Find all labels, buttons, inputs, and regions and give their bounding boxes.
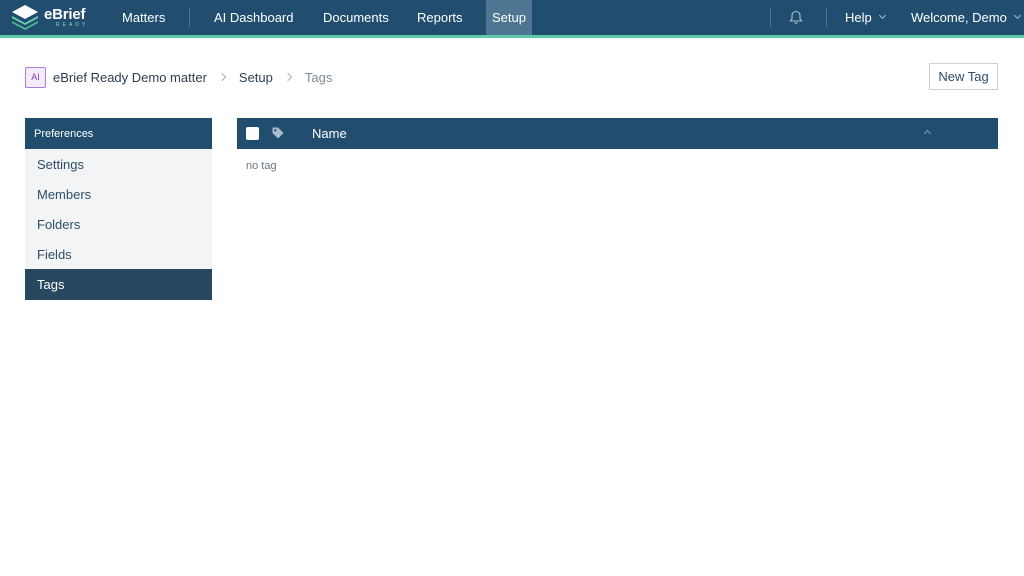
user-menu[interactable]: Welcome, Demo <box>911 0 1021 35</box>
nav-divider <box>770 7 771 27</box>
ai-badge: AI <box>25 66 46 88</box>
nav-reports[interactable]: Reports <box>417 0 463 35</box>
tag-icon <box>272 127 284 139</box>
sidebar-item-settings[interactable]: Settings <box>25 149 212 179</box>
breadcrumb-current: Tags <box>304 69 333 85</box>
nav-matters[interactable]: Matters <box>122 0 165 35</box>
chevron-right-icon <box>217 72 227 82</box>
chevron-right-icon <box>283 72 293 82</box>
tag-column-header <box>271 126 285 145</box>
nav-setup[interactable]: Setup <box>486 0 532 35</box>
sidebar-item-tags[interactable]: Tags <box>25 269 212 300</box>
sidebar-item-fields[interactable]: Fields <box>25 239 212 269</box>
help-label: Help <box>845 10 872 25</box>
nav-divider <box>189 7 190 27</box>
sidebar-item-members[interactable]: Members <box>25 179 212 209</box>
chevron-down-icon <box>878 11 886 20</box>
new-tag-button[interactable]: New Tag <box>929 63 998 90</box>
top-navbar: eBrief READY Matters AI Dashboard Docume… <box>0 0 1024 35</box>
logo-wordmark: eBrief <box>44 6 86 23</box>
logo-stack-icon <box>12 5 38 30</box>
navbar-accent-line <box>0 35 1024 38</box>
preferences-sidebar: Preferences Settings Members Folders Fie… <box>25 118 212 300</box>
empty-state-text: no tag <box>246 160 277 172</box>
breadcrumb-setup[interactable]: Setup <box>239 70 273 85</box>
nav-documents[interactable]: Documents <box>323 0 389 35</box>
sidebar-header: Preferences <box>25 118 212 149</box>
bell-icon <box>789 10 803 24</box>
welcome-label: Welcome, Demo <box>911 10 1007 25</box>
select-all-checkbox[interactable] <box>246 127 259 140</box>
name-column-header[interactable]: Name <box>312 118 347 149</box>
sidebar-item-folders[interactable]: Folders <box>25 209 212 239</box>
sort-ascending-icon[interactable] <box>923 129 932 138</box>
notifications-button[interactable] <box>789 0 803 35</box>
nav-divider <box>826 7 827 27</box>
breadcrumb: AI eBrief Ready Demo matter Setup Tags <box>25 66 332 88</box>
breadcrumb-matter[interactable]: eBrief Ready Demo matter <box>53 70 207 85</box>
nav-ai-dashboard[interactable]: AI Dashboard <box>214 0 294 35</box>
tags-table-header: Name <box>237 118 998 149</box>
app-logo[interactable]: eBrief READY <box>10 3 88 32</box>
chevron-down-icon <box>1013 11 1021 20</box>
help-menu[interactable]: Help <box>845 0 886 35</box>
logo-tagline: READY <box>56 22 89 28</box>
